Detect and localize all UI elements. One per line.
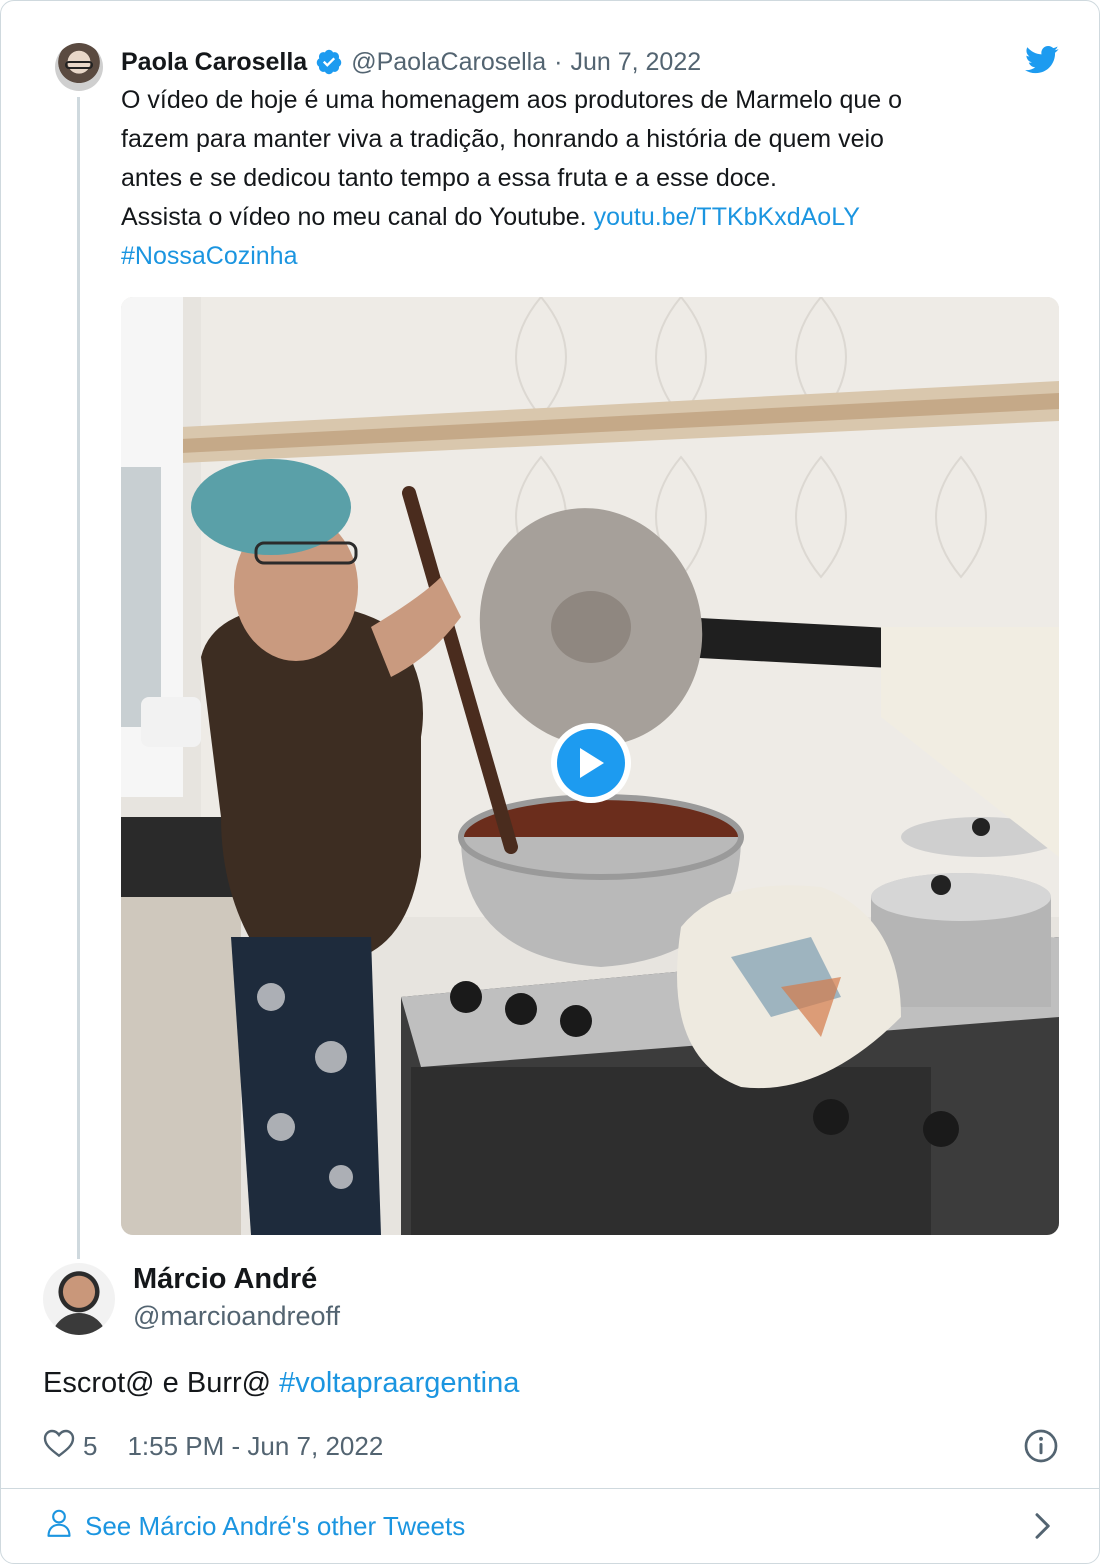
like-count[interactable]: 5 (83, 1431, 97, 1462)
youtube-link[interactable]: youtu.be/TTKbKxdAoLY (594, 203, 860, 231)
play-icon (557, 729, 625, 797)
quoted-text-line: antes e se dedicou tanto tempo a essa fr… (121, 164, 777, 192)
quoted-author-avatar[interactable] (55, 43, 103, 91)
quoted-text-line: Assista o vídeo no meu canal do Youtube. (121, 203, 594, 231)
tweet-embed-card: Paola Carosella @PaolaCarosella · Jun 7,… (0, 0, 1100, 1564)
quoted-tweet-text: O vídeo de hoje é uma homenagem aos prod… (121, 81, 1051, 276)
header-separator: · (554, 47, 563, 76)
see-other-tweets-link[interactable]: See Márcio André's other Tweets (45, 1505, 465, 1547)
twitter-bird-icon[interactable] (1025, 45, 1059, 75)
author-avatar[interactable] (43, 1263, 115, 1335)
tweet-meta-row: 5 1:55 PM - Jun 7, 2022 (43, 1427, 383, 1465)
tweet-text: Escrot@ e Burr@ #voltapraargentina (43, 1367, 519, 1400)
play-button[interactable] (551, 723, 631, 803)
quoted-author-name[interactable]: Paola Carosella (121, 48, 307, 77)
quoted-text-line: O vídeo de hoje é uma homenagem aos prod… (121, 86, 903, 114)
footer-divider (1, 1488, 1099, 1489)
author-handle[interactable]: @marcioandreoff (133, 1301, 340, 1332)
heart-icon[interactable] (43, 1428, 75, 1465)
quoted-tweet-header: Paola Carosella @PaolaCarosella · Jun 7,… (121, 45, 701, 79)
quoted-author-handle[interactable]: @PaolaCarosella (351, 48, 546, 77)
quoted-tweet-date[interactable]: Jun 7, 2022 (570, 48, 701, 77)
avatar-shirt-detail (51, 1313, 107, 1335)
see-other-tweets-label: See Márcio André's other Tweets (85, 1510, 466, 1541)
video-thumbnail[interactable] (121, 297, 1059, 1235)
tweet-timestamp[interactable]: 1:55 PM - Jun 7, 2022 (127, 1431, 383, 1462)
info-icon[interactable] (1023, 1428, 1059, 1464)
quoted-text-line-with-link: Assista o vídeo no meu canal do Youtube.… (121, 198, 1051, 237)
verified-badge-icon (315, 48, 343, 76)
author-name[interactable]: Márcio André (133, 1263, 317, 1296)
hashtag-nossacozinha[interactable]: #NossaCozinha (121, 237, 1051, 276)
hashtag-voltapraargentina[interactable]: #voltapraargentina (279, 1367, 519, 1399)
chevron-right-icon[interactable] (1029, 1511, 1055, 1541)
person-icon (45, 1507, 73, 1546)
tweet-text-plain: Escrot@ e Burr@ (43, 1367, 280, 1399)
quoted-text-line: fazem para manter viva a tradição, honra… (121, 125, 884, 153)
thread-connector-line (77, 97, 80, 1259)
avatar-glasses-detail (65, 61, 93, 69)
